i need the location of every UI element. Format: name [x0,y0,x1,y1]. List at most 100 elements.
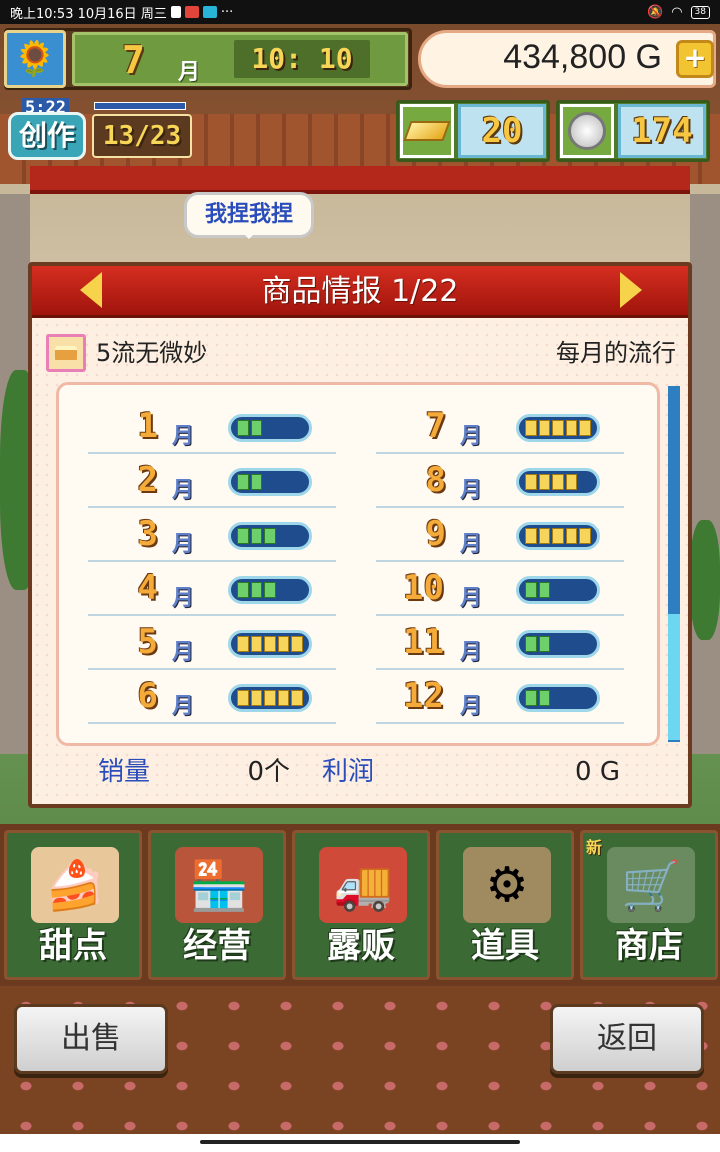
prev-arrow-icon[interactable] [80,272,102,308]
month-unit: 月 [460,424,483,449]
month-unit: 月 [460,532,483,557]
menu-items-button[interactable]: ⚙ 道具 [436,830,574,980]
trend-segment [237,528,249,544]
trend-segment [565,474,578,490]
trend-segment [552,528,564,544]
trend-segment [579,690,591,706]
create-button[interactable]: 创作 [8,112,86,160]
month-unit: 月 [460,586,483,611]
month-row: 8月 [376,456,624,508]
trend-segment [579,582,591,598]
trend-segment [552,582,564,598]
trend-segment [552,474,564,490]
sell-button[interactable]: 出售 [14,1004,168,1074]
trend-segment [566,690,578,706]
trend-segment [566,636,578,652]
next-arrow-icon[interactable] [620,272,642,308]
trend-segment [525,474,537,490]
trend-segment [250,636,263,652]
trend-segment [525,528,537,544]
month-number: 4 [137,568,158,608]
tiktok-icon [170,6,181,18]
add-money-button[interactable]: + [676,40,714,78]
battery-icon: 38 [690,5,710,19]
trend-segment [291,690,303,706]
month-unit: 月 [460,694,483,719]
month-row: 12 月 [376,672,624,724]
trend-segment [579,636,591,652]
cake-icon: 🍰 [31,847,119,923]
back-button[interactable]: 返回 [550,1004,704,1074]
month-unit: 月 [178,60,201,85]
trend-segment [264,528,276,544]
shop-icon: 🏪 [175,847,263,923]
shop-awning [30,166,690,194]
menu-label: 甜点 [39,926,107,966]
trend-segment [538,636,551,652]
month-number: 3 [137,514,158,554]
trend-segment [278,474,290,490]
gold-bar-icon [400,104,454,158]
hedge [690,520,720,640]
month-unit: 月 [172,694,195,719]
trend-segment [291,636,303,652]
menu-label: 道具 [471,926,539,966]
trend-segment [565,528,578,544]
status-bar: 晚上10:53 10月16日 周三 ··· 🔕 ◠ 38 [0,0,720,24]
app-notification-icon-2 [202,6,217,18]
trend-segment [525,636,537,652]
month-row: 3月 [88,510,336,562]
scrollbar-thumb[interactable] [668,614,680,740]
month-number: 6 [137,676,158,716]
month-unit: 月 [172,478,195,503]
item-name: 5流无微妙 [96,339,208,367]
trend-meter [228,630,312,658]
trend-segment [237,474,249,490]
trend-meter [516,576,600,604]
trend-segment [579,528,591,544]
trend-segment [538,420,551,436]
month-row: 5月 [88,618,336,670]
trend-meter [228,414,312,442]
trend-segment [291,474,303,490]
trend-segment [552,636,564,652]
month-row: 9月 [376,510,624,562]
month-number: 5 [137,622,158,662]
trend-segment [264,582,276,598]
wifi-icon: ◠ [671,4,683,20]
menu-dessert-button[interactable]: 🍰 甜点 [4,830,142,980]
shopping-cart-icon: 🛒 [607,847,695,923]
home-gesture-handle[interactable] [200,1140,520,1144]
month-unit: 月 [460,640,483,665]
monthly-trend-label: 每月的流行 [556,339,676,367]
trend-segment [538,690,551,706]
trend-segment [579,474,591,490]
trend-segment [538,582,551,598]
month-row: 2月 [88,456,336,508]
menu-stall-button[interactable]: 🚚 露贩 [292,830,430,980]
new-badge: 新 [586,838,603,857]
month-number: 9 [425,514,446,554]
money-amount: 434,800 G [503,38,662,76]
menu-label: 经营 [183,926,251,966]
trend-segment [250,690,263,706]
trend-segment [264,420,276,436]
sales-label: 销量 [98,757,151,787]
month-unit: 月 [172,586,195,611]
trend-segment [552,420,564,436]
status-time-date: 晚上10:53 10月16日 周三 [10,6,167,22]
sales-value: 0个 [247,757,290,787]
trend-meter [228,468,312,496]
month-number: 8 [425,460,446,500]
trend-segment [291,420,303,436]
menu-label: 露贩 [327,926,395,966]
trend-segment [291,528,303,544]
month-row: 11 月 [376,618,624,670]
menu-manage-button[interactable]: 🏪 经营 [148,830,286,980]
trend-meter [228,522,312,550]
coin-count: 174 [618,104,706,158]
sunflower-avatar-icon[interactable]: 🌻 [4,30,66,88]
month-unit: 月 [172,532,195,557]
trend-segment [250,474,263,490]
right-pillar [690,194,720,754]
